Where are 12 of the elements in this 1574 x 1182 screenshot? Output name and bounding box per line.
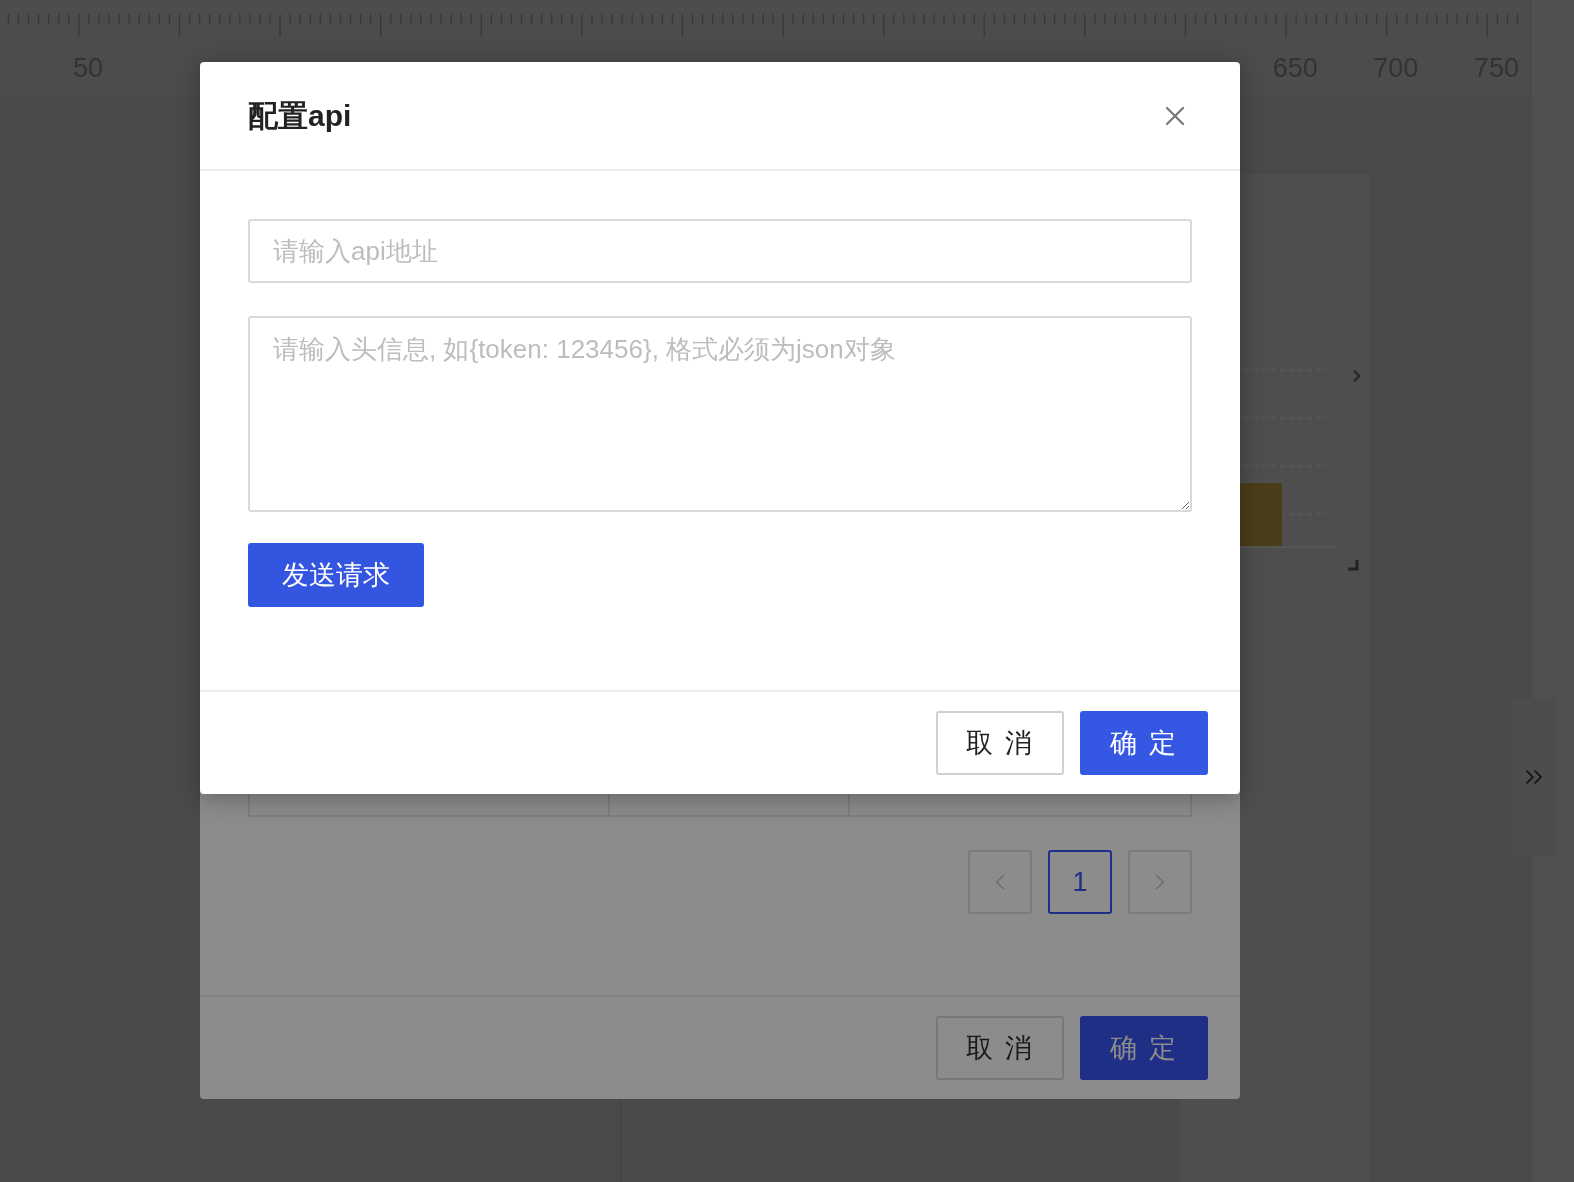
page-button[interactable]: 1 bbox=[1048, 850, 1112, 914]
confirm-button[interactable]: 确 定 bbox=[1080, 1016, 1208, 1080]
resize-corner-icon bbox=[1347, 559, 1359, 571]
api-url-field[interactable]: 请输入api地址 bbox=[248, 219, 1192, 283]
send-request-button[interactable]: 发送请求 bbox=[248, 543, 424, 607]
cancel-button[interactable]: 取 消 bbox=[936, 711, 1064, 775]
previous-page-button[interactable] bbox=[968, 850, 1032, 914]
confirm-button[interactable]: 确 定 bbox=[1080, 711, 1208, 775]
headers-field[interactable]: 请输入头信息, 如{token: 123456}, 格式必须为json对象 bbox=[248, 316, 1192, 512]
next-page-button[interactable] bbox=[1128, 850, 1192, 914]
cancel-button[interactable]: 取 消 bbox=[936, 1016, 1064, 1080]
dialog-title: 配置api bbox=[248, 98, 352, 134]
